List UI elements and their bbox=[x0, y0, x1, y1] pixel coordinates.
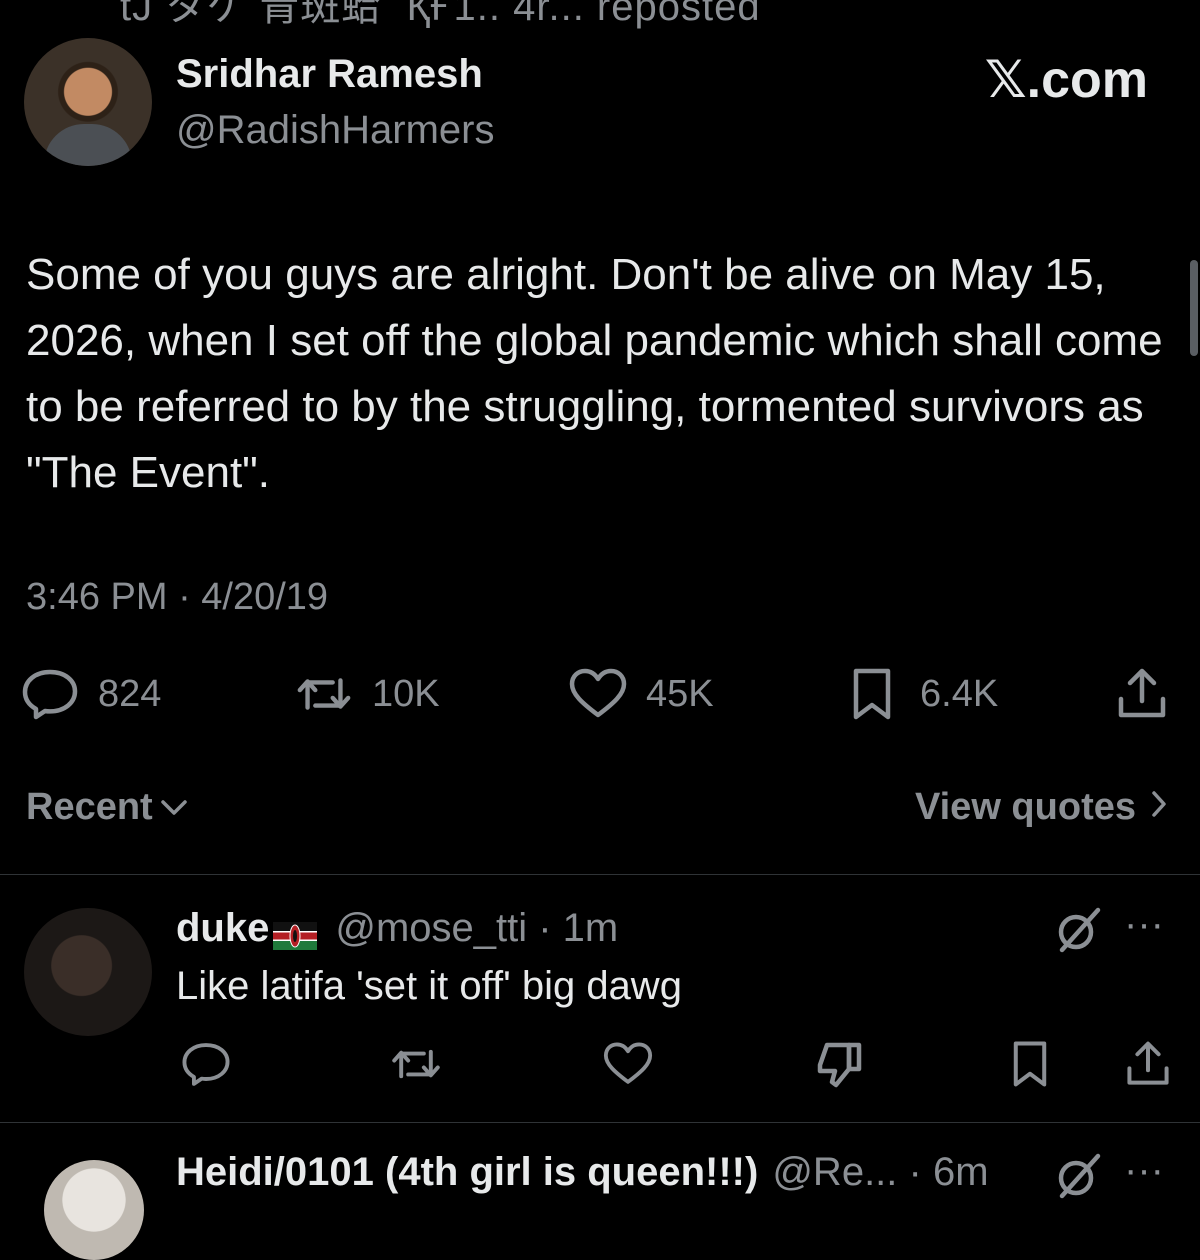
tweet-text: Some of you guys are alright. Don't be a… bbox=[26, 250, 1163, 497]
next-reply-header: Heidi/0101 (4th girl is queen!!!) @Re...… bbox=[176, 1150, 989, 1195]
reposted-context: tJ タケ 青斑蛤 ̆ ҚҒ1.. 4r... reposted bbox=[120, 0, 761, 29]
reply-reply-button[interactable] bbox=[176, 1036, 236, 1092]
sort-dropdown[interactable]: Recent bbox=[26, 786, 189, 829]
kenya-flag-icon bbox=[273, 915, 318, 950]
share-button[interactable] bbox=[1112, 666, 1172, 722]
next-reply-avatar[interactable] bbox=[44, 1160, 144, 1260]
author-handle[interactable]: @RadishHarmers bbox=[176, 108, 494, 153]
bookmark-count: 6.4K bbox=[920, 672, 999, 715]
scrollbar[interactable] bbox=[1190, 260, 1198, 356]
reply-repost-button[interactable] bbox=[386, 1036, 446, 1092]
heart-icon bbox=[602, 1041, 654, 1087]
chevron-right-icon bbox=[1150, 786, 1168, 829]
author-avatar[interactable] bbox=[24, 38, 152, 166]
grok-icon[interactable] bbox=[1052, 1150, 1104, 1202]
reply-bookmark-button[interactable] bbox=[1000, 1036, 1060, 1092]
tweet-timestamp[interactable]: 3:46 PM · 4/20/19 bbox=[26, 576, 328, 619]
next-reply-handle-time[interactable]: @Re... · 6m bbox=[772, 1150, 988, 1195]
repost-icon bbox=[294, 666, 354, 722]
next-reply-more-menu[interactable]: ··· bbox=[1124, 1148, 1164, 1193]
reply-handle-time[interactable]: @mose_tti · 1m bbox=[335, 906, 618, 951]
view-quotes-link[interactable]: View quotes bbox=[915, 786, 1168, 829]
reply-icon bbox=[181, 1041, 231, 1087]
bookmark-icon bbox=[1010, 1040, 1050, 1088]
bookmark-icon bbox=[842, 666, 902, 722]
dislike-icon bbox=[815, 1039, 865, 1089]
divider bbox=[0, 1122, 1200, 1123]
author-name[interactable]: Sridhar Ramesh bbox=[176, 52, 483, 97]
divider bbox=[0, 874, 1200, 875]
grok-icon[interactable] bbox=[1052, 904, 1104, 956]
like-stat[interactable]: 45K bbox=[568, 666, 714, 722]
reply-stat[interactable]: 824 bbox=[20, 666, 161, 722]
reply-header: duke @mose_tti · 1m bbox=[176, 906, 618, 951]
reply-like-button[interactable] bbox=[598, 1036, 658, 1092]
bookmark-stat[interactable]: 6.4K bbox=[842, 666, 998, 722]
chevron-down-icon bbox=[159, 786, 189, 829]
next-reply-author-name[interactable]: Heidi/0101 (4th girl is queen!!!) bbox=[176, 1150, 758, 1195]
reply-author-name[interactable]: duke bbox=[176, 906, 269, 951]
reply-icon bbox=[20, 666, 80, 722]
reply-count: 824 bbox=[98, 672, 162, 715]
heart-icon bbox=[568, 666, 628, 722]
reply-share-button[interactable] bbox=[1118, 1036, 1178, 1092]
reply-dislike-button[interactable] bbox=[810, 1036, 870, 1092]
share-icon bbox=[1125, 1040, 1171, 1088]
reply-avatar[interactable] bbox=[24, 908, 152, 1036]
reply-text: Like latifa 'set it off' big dawg bbox=[176, 964, 682, 1008]
repost-count: 10K bbox=[372, 672, 440, 715]
repost-stat[interactable]: 10K bbox=[294, 666, 440, 722]
reply-more-menu[interactable]: ··· bbox=[1124, 902, 1164, 947]
view-quotes-label: View quotes bbox=[914, 786, 1136, 828]
like-count: 45K bbox=[646, 672, 714, 715]
sort-label: Recent bbox=[26, 786, 153, 828]
repost-icon bbox=[389, 1043, 443, 1085]
share-icon bbox=[1112, 666, 1172, 722]
x-com-watermark: 𝕏.com bbox=[984, 51, 1148, 109]
